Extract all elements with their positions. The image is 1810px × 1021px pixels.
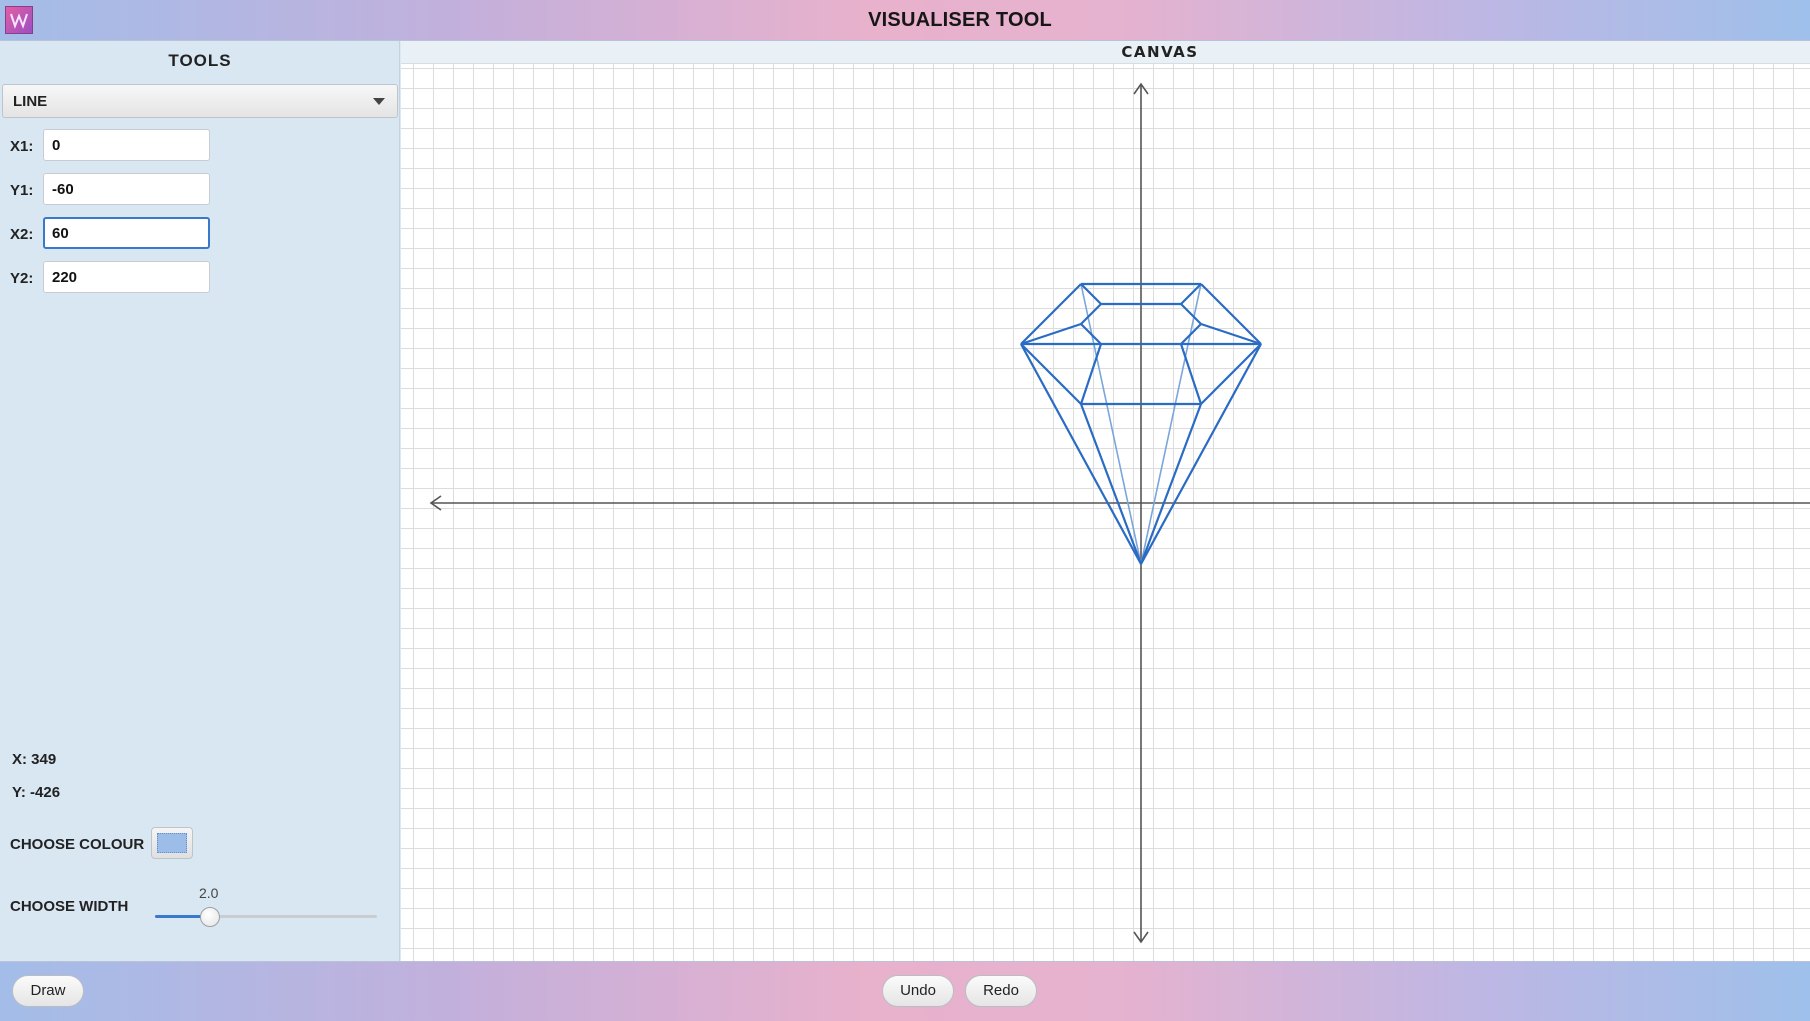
shape-type-dropdown[interactable]: LINE xyxy=(2,84,398,118)
tools-panel: TOOLS LINE X1: Y1: X2: Y2: X: 349 Y: -42… xyxy=(0,41,400,961)
y2-input[interactable] xyxy=(43,261,210,293)
x1-input[interactable] xyxy=(43,129,210,161)
draw-button[interactable]: Draw xyxy=(12,975,84,1007)
window-title: VISUALISER TOOL xyxy=(868,9,1052,31)
redo-button[interactable]: Redo xyxy=(965,975,1037,1007)
canvas-title: CANVAS xyxy=(1121,43,1199,61)
drawn-line xyxy=(1080,303,1102,325)
colour-picker-button[interactable] xyxy=(151,827,193,859)
y1-input[interactable] xyxy=(43,173,210,205)
y2-label: Y2: xyxy=(10,270,34,287)
y1-label: Y1: xyxy=(10,182,34,199)
drawn-line xyxy=(1079,343,1103,405)
shape-type-value: LINE xyxy=(13,93,48,110)
drawn-line xyxy=(1079,403,1143,565)
chevron-down-icon xyxy=(373,98,385,105)
x2-label: X2: xyxy=(10,226,34,243)
tools-heading: TOOLS xyxy=(168,51,232,70)
canvas-drawing xyxy=(429,82,1810,944)
canvas-header: CANVAS xyxy=(401,41,1810,64)
drawing-canvas[interactable] xyxy=(401,64,1810,961)
choose-colour-label: CHOOSE COLOUR xyxy=(10,836,145,853)
x2-input[interactable] xyxy=(43,217,210,249)
axes xyxy=(429,82,1810,944)
title-bar: VISUALISER TOOL xyxy=(0,0,1810,41)
choose-width-label: CHOOSE WIDTH xyxy=(10,898,129,915)
mouse-x-readout: X: 349 xyxy=(12,751,57,768)
undo-button[interactable]: Undo xyxy=(882,975,954,1007)
colour-swatch xyxy=(157,833,187,853)
drawn-line xyxy=(1140,283,1202,565)
drawn-line xyxy=(1200,343,1262,405)
drawn-line xyxy=(1180,303,1202,325)
drawn-line xyxy=(1020,343,1142,565)
bottom-toolbar: Draw Undo Redo xyxy=(0,961,1810,1021)
drawn-line xyxy=(1179,343,1203,405)
width-slider-thumb[interactable] xyxy=(200,907,220,927)
mouse-y-readout: Y: -426 xyxy=(12,784,61,801)
width-value: 2.0 xyxy=(199,885,219,901)
drawn-line xyxy=(1139,403,1203,565)
drawn-line xyxy=(1080,283,1142,565)
drawn-line xyxy=(1140,343,1262,565)
drawn-line xyxy=(1020,343,1082,405)
x1-label: X1: xyxy=(10,138,34,155)
